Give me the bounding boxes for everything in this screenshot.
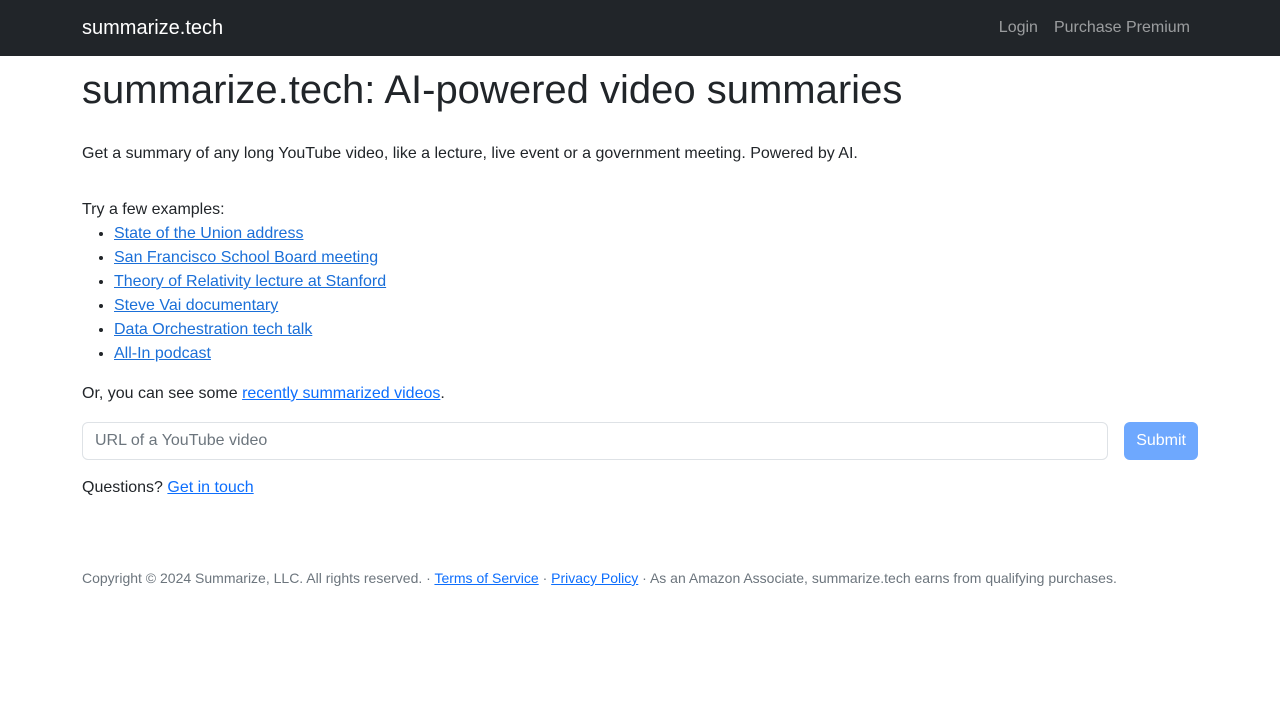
nav-links: Login Purchase Premium bbox=[999, 16, 1190, 40]
privacy-link[interactable]: Privacy Policy bbox=[551, 570, 638, 586]
brand-link[interactable]: summarize.tech bbox=[82, 16, 223, 40]
copyright-text: Copyright © 2024 Summarize, LLC. All rig… bbox=[82, 570, 435, 586]
questions-text: Questions? Get in touch bbox=[82, 476, 1198, 500]
list-item: Data Orchestration tech talk bbox=[114, 318, 1198, 342]
example-link-steve-vai[interactable]: Steve Vai documentary bbox=[114, 297, 278, 314]
example-link-state-of-union[interactable]: State of the Union address bbox=[114, 225, 303, 242]
example-link-all-in-podcast[interactable]: All-In podcast bbox=[114, 345, 211, 362]
list-item: All-In podcast bbox=[114, 342, 1198, 366]
summarize-form: Submit bbox=[82, 422, 1198, 460]
example-link-data-orchestration[interactable]: Data Orchestration tech talk bbox=[114, 321, 312, 338]
lead-text: Get a summary of any long YouTube video,… bbox=[82, 145, 858, 162]
url-input[interactable] bbox=[82, 422, 1109, 460]
examples-intro: Try a few examples: bbox=[82, 201, 225, 218]
recent-text: Or, you can see some recently summarized… bbox=[82, 382, 1198, 406]
login-link[interactable]: Login bbox=[999, 16, 1038, 40]
terms-link[interactable]: Terms of Service bbox=[434, 570, 538, 586]
examples-list: State of the Union address San Francisco… bbox=[82, 222, 1198, 366]
navbar: summarize.tech Login Purchase Premium bbox=[0, 0, 1280, 56]
questions-prefix: Questions? bbox=[82, 479, 168, 496]
example-link-sf-school-board[interactable]: San Francisco School Board meeting bbox=[114, 249, 378, 266]
example-link-relativity-lecture[interactable]: Theory of Relativity lecture at Stanford bbox=[114, 273, 386, 290]
submit-button[interactable]: Submit bbox=[1124, 422, 1198, 460]
amazon-disclosure: · As an Amazon Associate, summarize.tech… bbox=[638, 570, 1117, 586]
recent-prefix: Or, you can see some bbox=[82, 385, 243, 402]
list-item: Theory of Relativity lecture at Stanford bbox=[114, 270, 1198, 294]
list-item: San Francisco School Board meeting bbox=[114, 246, 1198, 270]
list-item: Steve Vai documentary bbox=[114, 294, 1198, 318]
main-content: summarize.tech: AI-powered video summari… bbox=[0, 66, 1280, 500]
purchase-premium-link[interactable]: Purchase Premium bbox=[1054, 16, 1190, 40]
get-in-touch-link[interactable]: Get in touch bbox=[167, 479, 253, 496]
recent-suffix: . bbox=[440, 385, 445, 402]
recent-videos-link[interactable]: recently summarized videos bbox=[242, 385, 440, 402]
footer-separator: · bbox=[538, 570, 552, 586]
list-item: State of the Union address bbox=[114, 222, 1198, 246]
footer: Copyright © 2024 Summarize, LLC. All rig… bbox=[0, 566, 1280, 590]
page-title: summarize.tech: AI-powered video summari… bbox=[82, 68, 903, 112]
